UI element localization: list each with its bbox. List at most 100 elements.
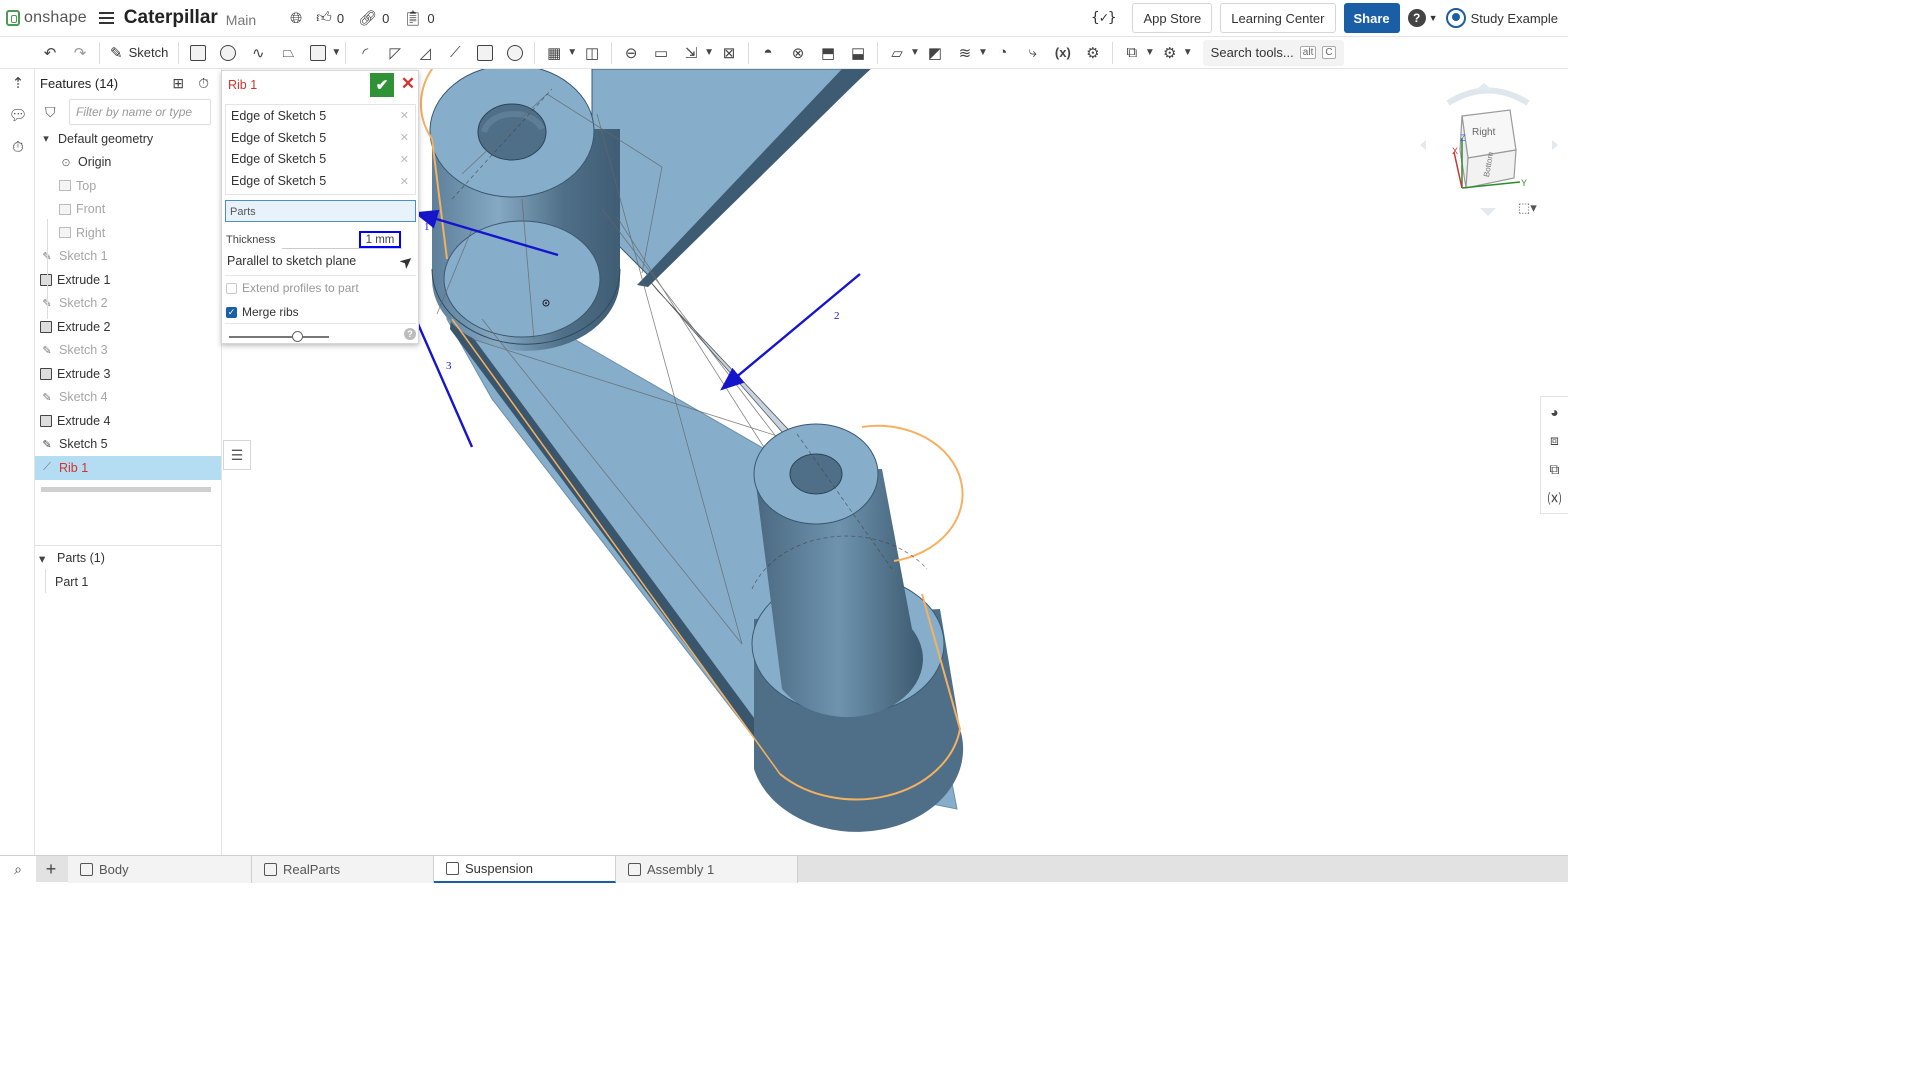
user-menu[interactable]: Study Example — [1445, 8, 1558, 28]
configurations-icon[interactable]: ⧉ — [1541, 455, 1568, 484]
chevron-down-icon[interactable]: ▼ — [1183, 47, 1193, 58]
custom-features-icon[interactable]: ⚙︎ — [1159, 42, 1181, 64]
parts-selection-field[interactable]: Parts — [225, 200, 416, 222]
boolean-tool-icon[interactable]: ⊖ — [620, 42, 642, 64]
feature-item[interactable]: ✎ Sketch 4 — [35, 386, 221, 410]
history-icon[interactable]: ⏱︎ — [8, 137, 28, 157]
fillet-tool-icon[interactable]: ◜ — [354, 42, 376, 64]
extend-profiles-checkbox[interactable]: Extend profiles to part — [226, 281, 359, 295]
tab-realparts[interactable]: RealParts — [252, 856, 434, 883]
chevron-down-icon[interactable]: ▼ — [910, 47, 920, 58]
onshape-logo[interactable]: onshape — [6, 9, 87, 27]
filter-input[interactable]: Filter by name or type — [69, 99, 211, 125]
search-tools-input[interactable]: Search tools... alt C — [1202, 39, 1344, 66]
hole-tool-icon[interactable] — [504, 42, 526, 64]
edge-item[interactable]: Edge of Sketch 5 ✕ — [226, 105, 415, 127]
revolve-tool-icon[interactable] — [217, 42, 239, 64]
derived-tool-icon[interactable]: ⤷ — [1022, 42, 1044, 64]
confirm-checkmark-icon[interactable]: ✔ — [370, 73, 394, 97]
composite-part-tool-icon[interactable]: ⚙ — [1082, 42, 1104, 64]
remove-icon[interactable]: ✕ — [400, 175, 409, 188]
helix-tool-icon[interactable]: ≋ — [954, 42, 976, 64]
comments-icon[interactable]: 💬︎ — [8, 105, 28, 125]
chevron-down-icon[interactable]: ▼ — [1145, 47, 1155, 58]
list-view-toggle-icon[interactable]: ☰ — [223, 440, 251, 470]
variables-icon[interactable]: {✓} — [1091, 10, 1116, 26]
split-tool-icon[interactable]: ▭ — [650, 42, 672, 64]
view-cube-face-right[interactable]: Right — [1472, 127, 1495, 138]
pattern-tool-icon[interactable]: ▦ — [543, 42, 565, 64]
direction-arrow-icon[interactable]: ➤ — [395, 250, 418, 274]
feature-item[interactable]: Top — [35, 174, 221, 198]
variable-tool-icon[interactable]: (x) — [1052, 42, 1074, 64]
default-geometry-node[interactable]: ▾ Default geometry — [35, 127, 221, 151]
filter-icon[interactable]: ⛉ — [45, 104, 69, 121]
copies-stat[interactable]: 📋︎ 0 — [403, 9, 434, 27]
undo-icon[interactable]: ↶ — [39, 42, 61, 64]
feature-item[interactable]: ✎ Sketch 5 — [35, 433, 221, 457]
chevron-down-icon[interactable]: ▼ — [567, 47, 577, 58]
edge-item[interactable]: Edge of Sketch 5 ✕ — [226, 170, 415, 192]
view-cube[interactable]: Right Bottom X Y Z ⬚▾ — [1418, 78, 1560, 224]
delete-face-tool-icon[interactable]: ⊗ — [787, 42, 809, 64]
add-tab-button[interactable]: + — [36, 856, 66, 883]
remove-icon[interactable]: ✕ — [400, 131, 409, 144]
part-item[interactable]: Part 1 — [55, 571, 88, 593]
globe-icon[interactable]: 🌐︎ — [290, 10, 302, 27]
feature-item[interactable]: Extrude 2 — [35, 315, 221, 339]
rollback-timer-icon[interactable]: ⏱︎ — [198, 75, 209, 92]
rib-tool-icon[interactable]: ⟋ — [444, 42, 466, 64]
app-store-button[interactable]: App Store — [1132, 3, 1213, 33]
measure-tool-icon[interactable]: ◔ — [992, 42, 1014, 64]
transform-tool-icon[interactable]: ⇲ — [680, 42, 702, 64]
likes-stat[interactable]: 👍︎ 0 — [316, 9, 344, 27]
remove-icon[interactable]: ✕ — [400, 109, 409, 122]
tab-suspension[interactable]: Suspension — [434, 856, 616, 883]
chevron-down-icon[interactable]: ▼ — [978, 47, 988, 58]
feature-item[interactable]: ⊙ Origin — [35, 151, 221, 175]
menu-icon[interactable] — [98, 12, 114, 24]
graphics-area[interactable]: 1 2 3 — [222, 29, 1568, 855]
cancel-close-icon[interactable]: ✕ — [400, 74, 416, 94]
chamfer-tool-icon[interactable]: ◸ — [384, 42, 406, 64]
thicken-tool-icon[interactable] — [307, 42, 329, 64]
feature-item[interactable]: Front — [35, 198, 221, 222]
draft-tool-icon[interactable]: ◿ — [414, 42, 436, 64]
replace-face-tool-icon[interactable]: ⬓ — [847, 42, 869, 64]
chevron-down-icon[interactable]: ▼ — [704, 47, 714, 58]
feature-item[interactable]: Extrude 1 — [35, 268, 221, 292]
feature-item[interactable]: ✎Sketch 2 — [35, 292, 221, 316]
sweep-tool-icon[interactable]: ∿ — [247, 42, 269, 64]
mate-connector-tool-icon[interactable]: ◩ — [924, 42, 946, 64]
thickness-input[interactable]: 1 mm — [359, 231, 401, 248]
view-options-icon[interactable]: ⬚▾ — [1518, 200, 1537, 216]
rollback-bar[interactable] — [41, 487, 211, 492]
tab-body[interactable]: Body — [68, 856, 252, 883]
feature-item[interactable]: ✎ Sketch 3 — [35, 339, 221, 363]
redo-icon[interactable]: ↷ — [69, 42, 91, 64]
insert-icon[interactable]: ⇡ — [8, 73, 28, 93]
parts-node[interactable]: ▾ Parts (1) — [39, 547, 105, 569]
modify-fillet-tool-icon[interactable]: ◓ — [757, 42, 779, 64]
help-icon[interactable]: ? — [404, 328, 416, 340]
feature-item[interactable]: ⟋ Rib 1 — [35, 456, 221, 480]
edge-item[interactable]: Edge of Sketch 5 ✕ — [226, 149, 415, 171]
tab-assembly-1[interactable]: Assembly 1 — [616, 856, 798, 883]
parts-panel-icon[interactable]: ⧈ — [1541, 426, 1568, 455]
edge-item[interactable]: Edge of Sketch 5 ✕ — [226, 127, 415, 149]
workspace-name[interactable]: Main — [226, 12, 256, 28]
edge-selection-list[interactable]: Edge of Sketch 5 ✕ Edge of Sketch 5 ✕ Edge… — [225, 104, 416, 195]
variables-panel-icon[interactable]: ⒳ — [1541, 484, 1568, 513]
delete-part-tool-icon[interactable]: ⊠ — [718, 42, 740, 64]
loft-tool-icon[interactable]: ⏢ — [277, 42, 299, 64]
rib-extrusion-direction[interactable]: Parallel to sketch plane — [227, 254, 356, 268]
document-title[interactable]: Caterpillar — [124, 7, 218, 29]
tab-manager-icon[interactable]: ⌕ — [0, 856, 36, 883]
chevron-down-icon[interactable]: ▼ — [331, 47, 341, 58]
preview-slider-thumb[interactable] — [292, 331, 303, 342]
help-menu[interactable]: ? ▼ — [1407, 9, 1438, 27]
appearance-icon[interactable]: ◕ — [1541, 397, 1568, 426]
share-button[interactable]: Share — [1343, 3, 1400, 33]
feature-item[interactable]: Extrude 3 — [35, 362, 221, 386]
merge-ribs-checkbox[interactable]: ✓ Merge ribs — [226, 305, 299, 319]
